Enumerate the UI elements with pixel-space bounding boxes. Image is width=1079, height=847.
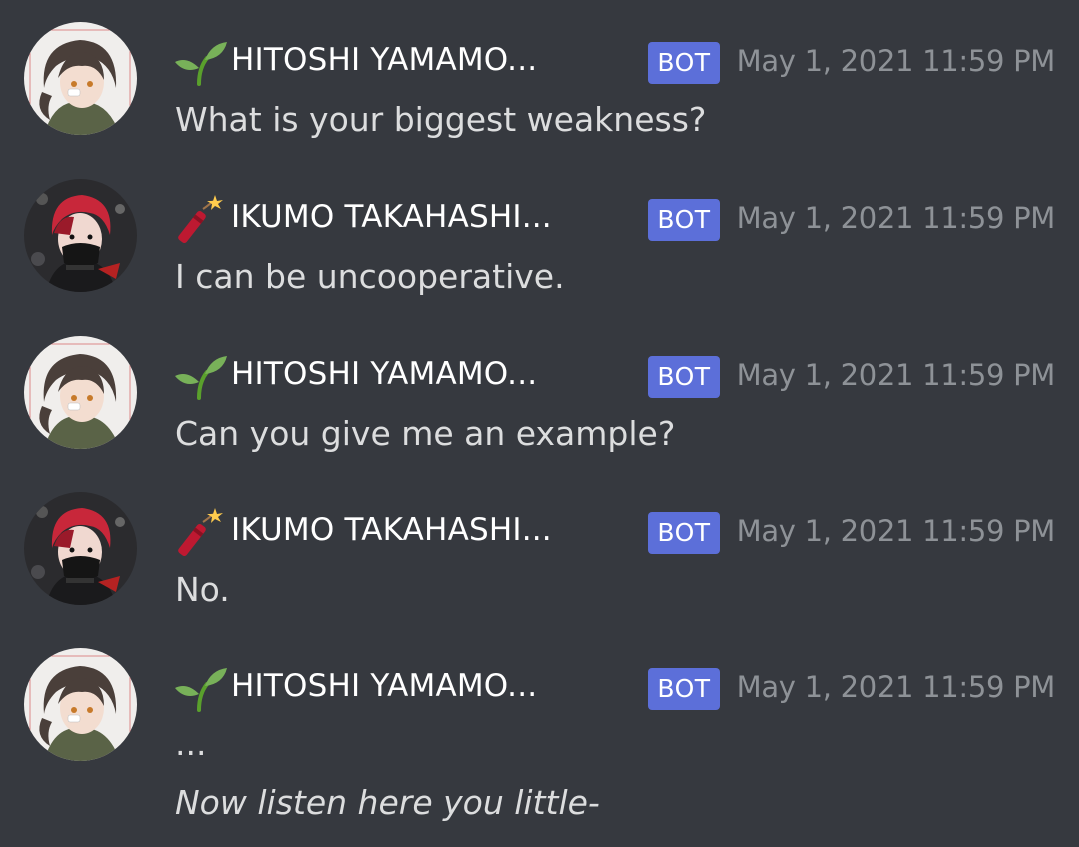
hitoshi-avatar[interactable]: [24, 648, 137, 761]
username[interactable]: HITOSHI YAMAMO...: [231, 356, 537, 392]
message-text: I can be uncooperative.: [175, 257, 565, 296]
ikumo-avatar[interactable]: [24, 492, 137, 605]
timestamp: May 1, 2021 11:59 PM: [736, 44, 1056, 78]
bot-badge: BOT: [648, 668, 720, 710]
message: HITOSHI YAMAMO... BOT May 1, 2021 11:59 …: [0, 314, 1079, 470]
firecracker-icon: [173, 195, 229, 245]
message-text: ...: [175, 724, 207, 763]
username[interactable]: HITOSHI YAMAMO...: [231, 42, 537, 78]
firecracker-icon: [173, 508, 229, 558]
bot-badge: BOT: [648, 199, 720, 241]
seedling-icon: [173, 38, 229, 88]
message-text: Can you give me an example?: [175, 414, 676, 453]
bot-badge: BOT: [648, 512, 720, 554]
message-text: What is your biggest weakness?: [175, 100, 707, 139]
timestamp: May 1, 2021 11:59 PM: [736, 514, 1056, 548]
hitoshi-avatar[interactable]: [24, 336, 137, 449]
message: IKUMO TAKAHASHI... BOT May 1, 2021 11:59…: [0, 157, 1079, 313]
hitoshi-avatar[interactable]: [24, 22, 137, 135]
bot-badge: BOT: [648, 42, 720, 84]
timestamp: May 1, 2021 11:59 PM: [736, 201, 1056, 235]
message: IKUMO TAKAHASHI... BOT May 1, 2021 11:59…: [0, 470, 1079, 626]
seedling-icon: [173, 352, 229, 402]
username[interactable]: IKUMO TAKAHASHI...: [231, 199, 552, 235]
message: HITOSHI YAMAMO... BOT May 1, 2021 11:59 …: [0, 0, 1079, 156]
username[interactable]: HITOSHI YAMAMO...: [231, 668, 537, 704]
message: HITOSHI YAMAMO... BOT May 1, 2021 11:59 …: [0, 626, 1079, 847]
timestamp: May 1, 2021 11:59 PM: [736, 358, 1056, 392]
timestamp: May 1, 2021 11:59 PM: [736, 670, 1056, 704]
message-text: No.: [175, 570, 230, 609]
message-text: Now listen here you little-: [175, 783, 600, 822]
ikumo-avatar[interactable]: [24, 179, 137, 292]
bot-badge: BOT: [648, 356, 720, 398]
username[interactable]: IKUMO TAKAHASHI...: [231, 512, 552, 548]
seedling-icon: [173, 664, 229, 714]
